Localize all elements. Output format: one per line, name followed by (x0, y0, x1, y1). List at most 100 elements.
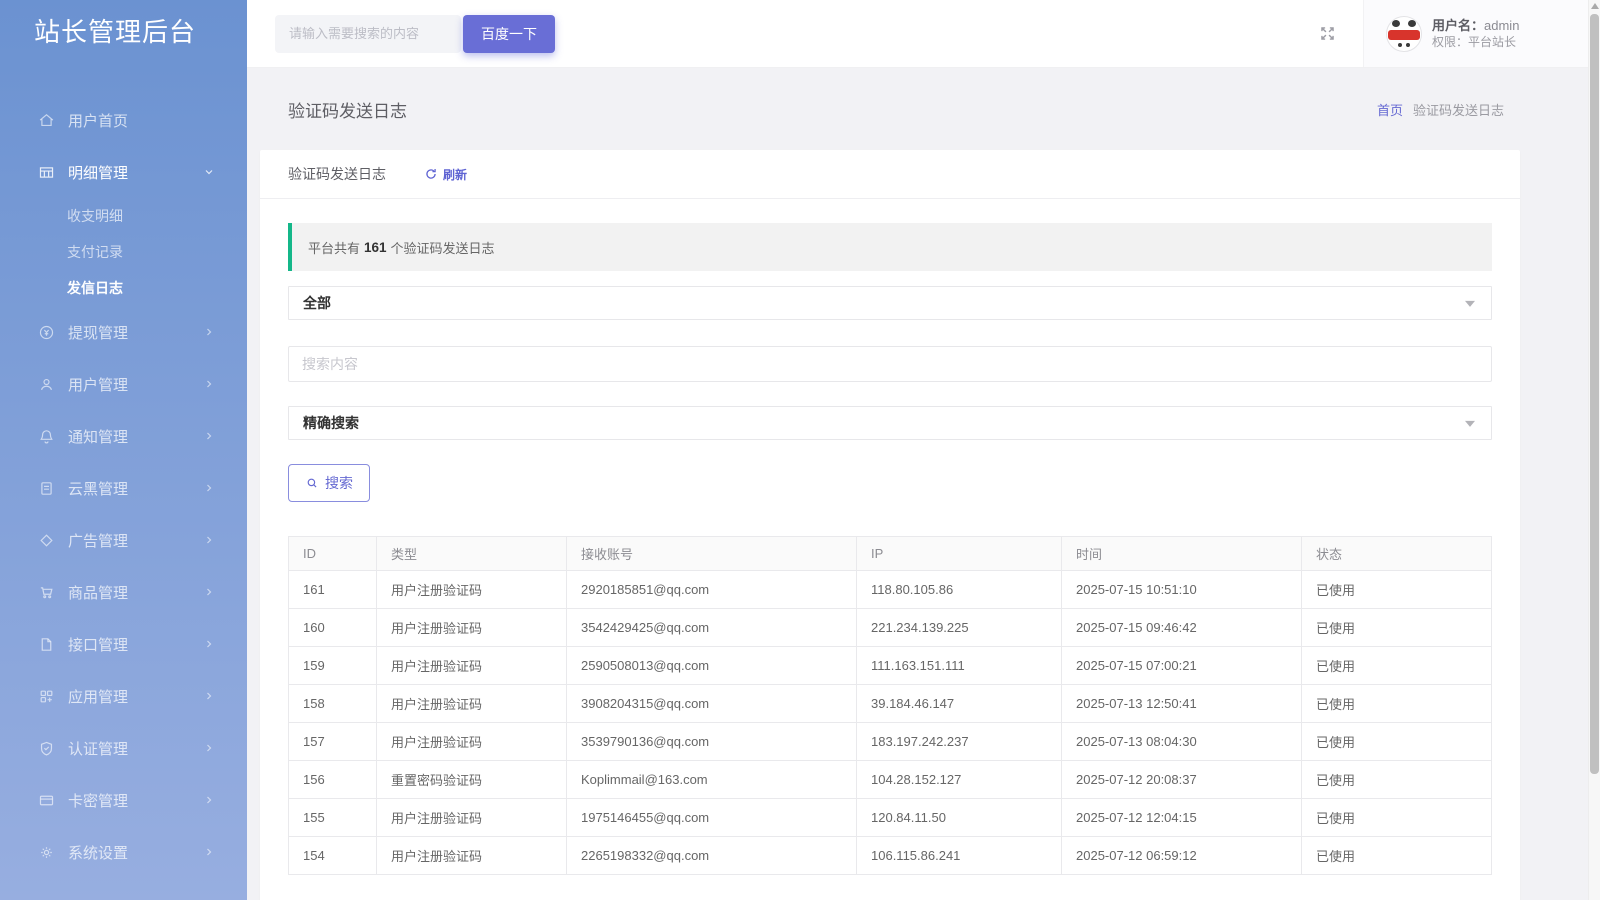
cell-id: 159 (289, 647, 377, 685)
sidebar-subitem-payment-records[interactable]: 支付记录 (0, 234, 247, 270)
chevron-right-icon (203, 482, 215, 494)
chevron-right-icon (203, 586, 215, 598)
sidebar-item-label: 用户管理 (68, 374, 128, 395)
sidebar-subitem-income-detail[interactable]: 收支明细 (0, 198, 247, 234)
gear-icon (38, 844, 55, 861)
chevron-right-icon (203, 326, 215, 338)
chevron-right-icon (203, 742, 215, 754)
cell-account: 1975146455@qq.com (567, 799, 857, 837)
scrollbar-thumb[interactable] (1590, 14, 1599, 774)
money-circle-icon (38, 324, 55, 341)
sidebar-item-card-key-management[interactable]: 卡密管理 (0, 774, 247, 826)
cell-time: 2025-07-13 08:04:30 (1062, 723, 1302, 761)
breadcrumb: 首页验证码发送日志 (1377, 100, 1504, 119)
cell-status: 已使用 (1302, 799, 1492, 837)
alert-suffix: 个验证码发送日志 (391, 238, 495, 257)
table-row: 155 用户注册验证码 1975146455@qq.com 120.84.11.… (289, 799, 1492, 837)
sidebar: 站长管理后台 用户首页 明细管理 收支明细 支付记 (0, 0, 247, 900)
cell-status: 已使用 (1302, 837, 1492, 875)
cell-ip: 106.115.86.241 (857, 837, 1062, 875)
cell-account: 3539790136@qq.com (567, 723, 857, 761)
cell-id: 158 (289, 685, 377, 723)
cell-time: 2025-07-12 12:04:15 (1062, 799, 1302, 837)
cell-time: 2025-07-15 10:51:10 (1062, 571, 1302, 609)
apps-icon (38, 688, 55, 705)
cell-ip: 104.28.152.127 (857, 761, 1062, 799)
table-header-row: ID 类型 接收账号 IP 时间 状态 (289, 537, 1492, 571)
shield-check-icon (38, 740, 55, 757)
sidebar-item-label: 明细管理 (68, 162, 128, 183)
search-button[interactable]: 搜索 (288, 464, 370, 502)
sidebar-item-user-management[interactable]: 用户管理 (0, 358, 247, 410)
cell-ip: 120.84.11.50 (857, 799, 1062, 837)
col-header-time: 时间 (1062, 537, 1302, 571)
col-header-status: 状态 (1302, 537, 1492, 571)
type-select[interactable]: 全部 (288, 286, 1492, 320)
diamond-icon (38, 532, 55, 549)
cell-account: 2920185851@qq.com (567, 571, 857, 609)
cell-type: 用户注册验证码 (377, 799, 567, 837)
sidebar-item-auth-management[interactable]: 认证管理 (0, 722, 247, 774)
sidebar-item-notice-management[interactable]: 通知管理 (0, 410, 247, 462)
cell-ip: 183.197.242.237 (857, 723, 1062, 761)
refresh-button[interactable]: 刷新 (424, 166, 467, 183)
cell-id: 160 (289, 609, 377, 647)
role-label: 权限： (1432, 35, 1468, 49)
sidebar-item-app-management[interactable]: 应用管理 (0, 670, 247, 722)
sidebar-item-withdraw-management[interactable]: 提现管理 (0, 306, 247, 358)
cell-time: 2025-07-12 06:59:12 (1062, 837, 1302, 875)
cell-account: 3542429425@qq.com (567, 609, 857, 647)
username-value: admin (1484, 18, 1519, 33)
cell-id: 157 (289, 723, 377, 761)
main-content: 验证码发送日志 首页验证码发送日志 验证码发送日志 刷新 (247, 68, 1588, 900)
cell-id: 154 (289, 837, 377, 875)
refresh-icon (424, 167, 438, 181)
scroll-up-arrow-icon[interactable] (1591, 3, 1599, 9)
cell-time: 2025-07-15 09:46:42 (1062, 609, 1302, 647)
baidu-search-button[interactable]: 百度一下 (463, 15, 555, 53)
table-grid-icon (38, 164, 55, 181)
sidebar-item-label: 认证管理 (68, 738, 128, 759)
log-table-body: 161 用户注册验证码 2920185851@qq.com 118.80.105… (289, 571, 1492, 875)
breadcrumb-home-link[interactable]: 首页 (1377, 103, 1403, 118)
topbar-search-input[interactable] (275, 15, 461, 53)
sidebar-item-cloud-blacklist[interactable]: 云黑管理 (0, 462, 247, 514)
page-header: 验证码发送日志 首页验证码发送日志 (247, 68, 1588, 150)
fullscreen-icon[interactable] (1318, 24, 1337, 43)
cell-status: 已使用 (1302, 647, 1492, 685)
sidebar-item-api-management[interactable]: 接口管理 (0, 618, 247, 670)
cell-status: 已使用 (1302, 609, 1492, 647)
cell-id: 161 (289, 571, 377, 609)
cell-type: 用户注册验证码 (377, 685, 567, 723)
sidebar-subitem-label: 发信日志 (67, 278, 123, 298)
cell-id: 156 (289, 761, 377, 799)
sidebar-item-label: 云黑管理 (68, 478, 128, 499)
sidebar-item-user-home[interactable]: 用户首页 (0, 94, 247, 146)
mode-select[interactable]: 精确搜索 (288, 406, 1492, 440)
sidebar-subitem-mail-log[interactable]: 发信日志 (0, 270, 247, 306)
chevron-right-icon (203, 430, 215, 442)
vertical-scrollbar[interactable] (1588, 0, 1600, 900)
sidebar-item-ad-management[interactable]: 广告管理 (0, 514, 247, 566)
alert-count: 161 (364, 240, 387, 255)
sidebar-item-label: 应用管理 (68, 686, 128, 707)
role-value: 平台站长 (1468, 35, 1516, 49)
sidebar-item-detail-management[interactable]: 明细管理 (0, 146, 247, 198)
cell-type: 用户注册验证码 (377, 723, 567, 761)
cell-type: 用户注册验证码 (377, 609, 567, 647)
brand-title: 站长管理后台 (0, 0, 247, 94)
cell-account: Koplimmail@163.com (567, 761, 857, 799)
table-row: 156 重置密码验证码 Koplimmail@163.com 104.28.15… (289, 761, 1492, 799)
avatar[interactable] (1386, 16, 1422, 52)
cell-time: 2025-07-12 20:08:37 (1062, 761, 1302, 799)
search-button-label: 搜索 (325, 473, 353, 493)
user-menu[interactable]: 用户名：admin 权限：平台站长 (1363, 0, 1588, 67)
keyword-input[interactable] (288, 346, 1492, 382)
col-header-account: 接收账号 (567, 537, 857, 571)
sidebar-item-system-settings[interactable]: 系统设置 (0, 826, 247, 878)
mode-select-value: 精确搜索 (303, 413, 359, 433)
type-select-value: 全部 (303, 293, 331, 313)
cell-status: 已使用 (1302, 761, 1492, 799)
sidebar-item-product-management[interactable]: 商品管理 (0, 566, 247, 618)
cell-ip: 111.163.151.111 (857, 647, 1062, 685)
